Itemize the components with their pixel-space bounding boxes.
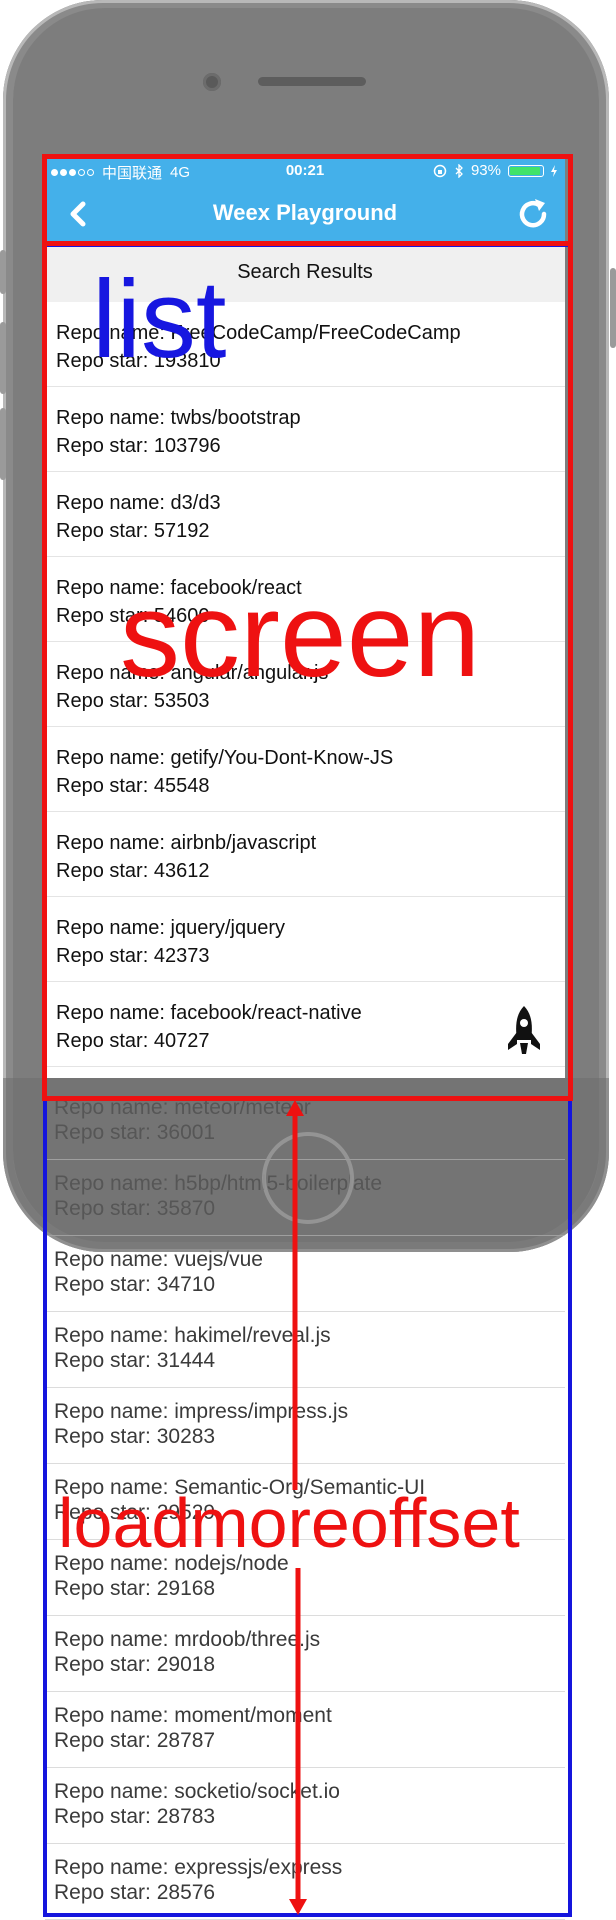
side-button [0, 408, 6, 480]
side-button [0, 322, 6, 394]
offset-arrow-up [286, 1100, 304, 1490]
side-button [610, 268, 616, 348]
speaker-grille [258, 77, 366, 86]
camera-icon [203, 73, 221, 91]
side-button [0, 250, 6, 294]
header-outline [42, 154, 573, 246]
list-label: list [92, 258, 227, 381]
offset-arrow-down [289, 1568, 307, 1915]
loadmoreoffset-label: loadmoreoffset [58, 1484, 520, 1562]
screen-label: screen [120, 568, 481, 702]
